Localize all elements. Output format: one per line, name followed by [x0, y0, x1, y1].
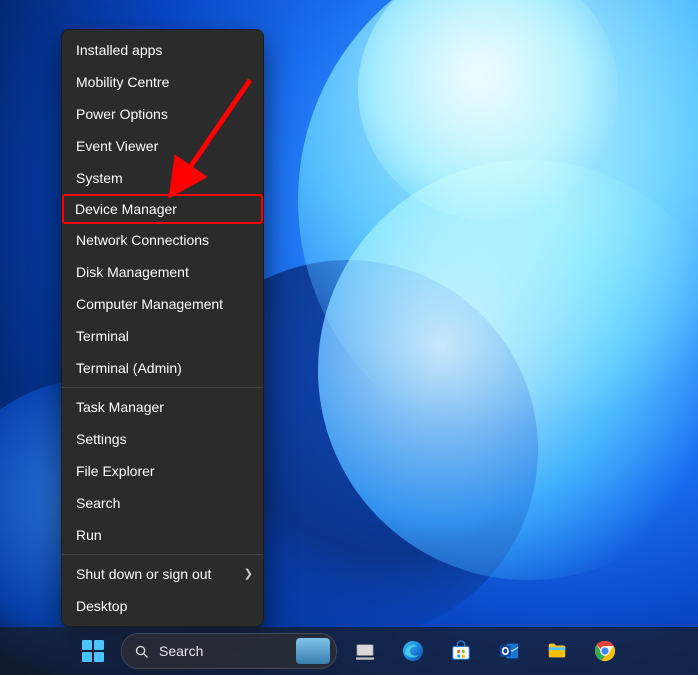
menu-separator: [62, 554, 263, 555]
menu-item-label: Terminal: [76, 328, 129, 344]
menu-item-system[interactable]: System: [62, 162, 263, 194]
file-explorer-button[interactable]: [537, 631, 577, 671]
menu-item-label: System: [76, 170, 123, 186]
menu-item-label: Installed apps: [76, 42, 162, 58]
chrome-button[interactable]: [585, 631, 625, 671]
menu-item-search[interactable]: Search: [62, 487, 263, 519]
search-placeholder: Search: [159, 643, 203, 659]
chrome-icon: [593, 639, 617, 663]
menu-item-terminal[interactable]: Terminal: [62, 320, 263, 352]
outlook-button[interactable]: [489, 631, 529, 671]
search-icon: [134, 644, 149, 659]
menu-item-computer-management[interactable]: Computer Management: [62, 288, 263, 320]
start-button[interactable]: [73, 631, 113, 671]
menu-item-mobility-centre[interactable]: Mobility Centre: [62, 66, 263, 98]
taskbar-search-box[interactable]: Search: [121, 633, 337, 669]
menu-item-label: Device Manager: [75, 201, 177, 217]
menu-item-file-explorer[interactable]: File Explorer: [62, 455, 263, 487]
menu-item-label: File Explorer: [76, 463, 155, 479]
windows-logo-icon: [82, 640, 104, 662]
menu-item-label: Terminal (Admin): [76, 360, 182, 376]
menu-item-label: Network Connections: [76, 232, 209, 248]
menu-item-label: Computer Management: [76, 296, 223, 312]
menu-item-label: Settings: [76, 431, 127, 447]
menu-item-label: Task Manager: [76, 399, 164, 415]
menu-item-settings[interactable]: Settings: [62, 423, 263, 455]
taskbar: Search: [0, 627, 698, 675]
edge-icon: [401, 639, 425, 663]
menu-item-event-viewer[interactable]: Event Viewer: [62, 130, 263, 162]
menu-item-label: Desktop: [76, 598, 127, 614]
menu-item-label: Event Viewer: [76, 138, 158, 154]
chevron-right-icon: ❯: [244, 565, 253, 583]
menu-item-run[interactable]: Run: [62, 519, 263, 551]
menu-item-label: Power Options: [76, 106, 168, 122]
search-highlight-image: [296, 638, 330, 664]
desktop-background: Installed apps Mobility Centre Power Optio…: [0, 0, 698, 675]
menu-item-label: Shut down or sign out: [76, 566, 211, 582]
menu-item-network-connections[interactable]: Network Connections: [62, 224, 263, 256]
menu-item-task-manager[interactable]: Task Manager: [62, 391, 263, 423]
menu-item-disk-management[interactable]: Disk Management: [62, 256, 263, 288]
menu-item-power-options[interactable]: Power Options: [62, 98, 263, 130]
task-view-button[interactable]: [345, 631, 385, 671]
edge-button[interactable]: [393, 631, 433, 671]
outlook-icon: [498, 640, 520, 662]
menu-item-terminal-admin[interactable]: Terminal (Admin): [62, 352, 263, 384]
menu-item-desktop[interactable]: Desktop: [62, 590, 263, 622]
menu-item-label: Search: [76, 495, 120, 511]
menu-item-label: Disk Management: [76, 264, 189, 280]
menu-item-installed-apps[interactable]: Installed apps: [62, 34, 263, 66]
folder-icon: [546, 640, 568, 662]
menu-item-shut-down[interactable]: Shut down or sign out ❯: [62, 558, 263, 590]
menu-item-device-manager[interactable]: Device Manager: [62, 194, 263, 224]
menu-item-label: Run: [76, 527, 102, 543]
microsoft-store-button[interactable]: [441, 631, 481, 671]
task-view-icon: [354, 640, 376, 662]
menu-separator: [62, 387, 263, 388]
store-icon: [450, 640, 472, 662]
winx-context-menu: Installed apps Mobility Centre Power Optio…: [61, 29, 264, 627]
menu-item-label: Mobility Centre: [76, 74, 169, 90]
